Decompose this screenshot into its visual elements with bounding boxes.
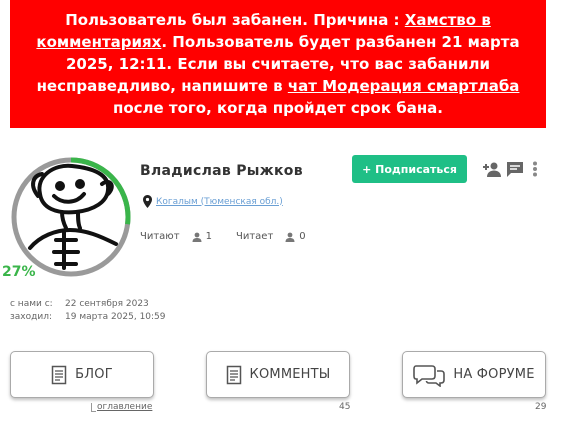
reading-stat[interactable]: Читает 0	[236, 231, 306, 242]
speech-bubbles-icon	[413, 364, 446, 387]
contents-link[interactable]: оглавление	[91, 402, 152, 412]
comments-label: КОММЕНТЫ	[249, 367, 331, 382]
contents-label: оглавление	[97, 402, 153, 412]
joined-value: 22 сентября 2023	[65, 298, 149, 309]
user-name: Владислав Рыжков	[140, 163, 303, 179]
location: Когалым (Тюменская обл.)	[143, 195, 283, 208]
add-user-icon[interactable]	[481, 158, 503, 180]
visited-row: заходил: 19 марта 2025, 10:59	[10, 310, 166, 323]
readers-count: 1	[205, 231, 212, 242]
comments-button[interactable]: КОММЕНТЫ	[206, 351, 350, 398]
reading-count: 0	[299, 231, 306, 242]
visited-label: заходил:	[10, 311, 52, 322]
blog-button[interactable]: БЛОГ	[10, 351, 154, 398]
location-link[interactable]: Когалым (Тюменская обл.)	[156, 197, 283, 207]
reading-label: Читает	[236, 231, 274, 242]
profile-meta: с нами с: 22 сентября 2023 заходил: 19 м…	[10, 297, 166, 323]
joined-label: с нами с:	[10, 298, 53, 309]
joined-row: с нами с: 22 сентября 2023	[10, 297, 166, 310]
forum-button[interactable]: НА ФОРУМЕ	[402, 351, 546, 398]
forum-label: НА ФОРУМЕ	[453, 367, 535, 382]
ban-notice-banner: Пользователь был забанен. Причина : Хамс…	[10, 0, 546, 128]
blog-label: БЛОГ	[75, 367, 113, 382]
readers-label: Читают	[140, 231, 180, 242]
bracket-decoration	[91, 403, 96, 412]
subscribe-button[interactable]: + Подписаться	[352, 155, 467, 183]
message-icon[interactable]	[504, 158, 526, 180]
ban-text-1: Пользователь был забанен. Причина :	[65, 11, 405, 29]
readers-stat[interactable]: Читают 1	[140, 231, 212, 242]
avatar[interactable]	[10, 156, 132, 278]
person-icon	[192, 232, 202, 242]
more-vertical-icon[interactable]	[528, 158, 542, 180]
ban-text-3: после того, когда пройдет срок бана.	[112, 99, 444, 117]
moderation-chat-link[interactable]: чат Модерация смартлаба	[288, 77, 520, 95]
map-pin-icon	[143, 195, 152, 208]
visited-value: 19 марта 2025, 10:59	[65, 311, 166, 322]
rating-percent: 27%	[2, 264, 36, 280]
document-icon	[51, 365, 67, 384]
forum-count: 29	[535, 402, 547, 412]
person-icon	[285, 232, 295, 242]
comments-count: 45	[339, 402, 351, 412]
document-icon	[226, 365, 241, 384]
